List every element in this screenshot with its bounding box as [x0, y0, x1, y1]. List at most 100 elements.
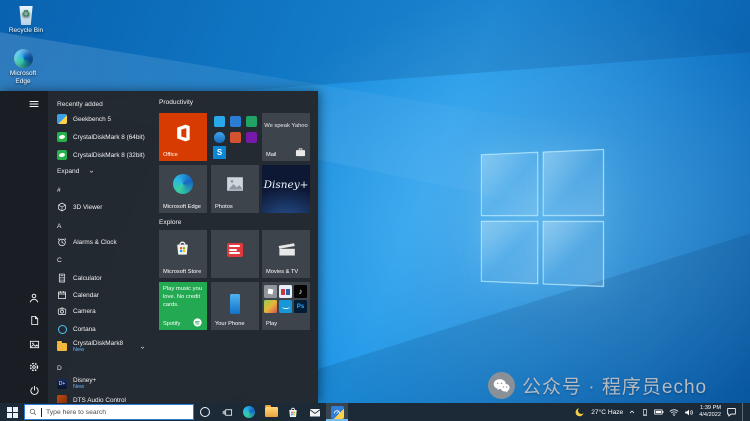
windows-start-icon [7, 407, 18, 418]
geekbench-taskbar-button[interactable] [326, 403, 348, 421]
battery-tray-button[interactable] [654, 408, 664, 416]
calculator-icon [57, 273, 67, 283]
tile-disney-plus[interactable]: Disney+ [262, 165, 310, 213]
windows-logo-pane [481, 220, 538, 284]
onenote-icon[interactable] [246, 132, 257, 143]
show-desktop-button[interactable] [742, 403, 746, 421]
tile-group-title: Productivity [159, 99, 193, 106]
app-list-item-alarms-clock[interactable]: Alarms & Clock [48, 234, 154, 250]
speaker-icon [684, 408, 694, 417]
menu-hamburger-button[interactable] [27, 97, 41, 111]
outlook-icon[interactable] [214, 116, 225, 127]
volume-tray-button[interactable] [684, 408, 694, 417]
tile-spotify[interactable]: Play music you love. No credit cards. Sp… [159, 282, 207, 330]
app-list-item-crystaldiskmark-64[interactable]: CrystalDiskMark 8 (64bit) [48, 129, 154, 145]
chevron-up-icon [628, 408, 636, 416]
desktop-icon-label: Microsoft Edge [3, 70, 43, 86]
action-center-icon [726, 407, 737, 417]
camera-icon [57, 306, 67, 316]
app-list-section-c[interactable]: C [48, 252, 154, 268]
app-list-item-disney-plus[interactable]: D+ Disney+ New [48, 374, 154, 394]
mail-button[interactable] [304, 403, 326, 421]
network-tray-button[interactable] [669, 408, 679, 417]
prime-video-icon[interactable] [279, 300, 292, 313]
taskbar-edge-button[interactable] [238, 403, 260, 421]
phone-icon [230, 294, 240, 314]
app-list-item-crystaldiskmark-32[interactable]: CrystalDiskMark 8 (32bit) [48, 147, 154, 163]
app-list-section-hash[interactable]: # [48, 182, 154, 198]
geekbench-icon [57, 114, 67, 124]
chevron-down-icon [139, 344, 146, 351]
crystaldiskmark-icon [57, 132, 67, 142]
solitaire-icon[interactable] [279, 285, 292, 298]
disney-plus-logo: Disney+ [262, 179, 310, 191]
phone-tray-button[interactable] [641, 408, 649, 417]
onedrive-icon[interactable] [214, 132, 225, 143]
app-list-folder-crystaldiskmark8[interactable]: CrystalDiskMark8 New [48, 337, 154, 357]
power-button[interactable] [27, 383, 41, 397]
tile-skype[interactable]: S [213, 146, 226, 159]
microsoft-store-button[interactable] [282, 403, 304, 421]
tiktok-icon[interactable]: ♪ [294, 285, 307, 298]
app-list-item-calendar[interactable]: Calendar [48, 287, 154, 303]
wechat-icon [488, 372, 515, 399]
tile-microsoft-edge[interactable]: Microsoft Edge [159, 165, 207, 213]
windows-desktop: ♻ Recycle Bin Microsoft Edge 公众号 · 程序员ec… [0, 0, 750, 421]
app-list-item-geekbench-5[interactable]: Geekbench 5 [48, 111, 154, 127]
desktop-icon-microsoft-edge[interactable]: Microsoft Edge [3, 49, 43, 86]
tile-news[interactable] [211, 230, 259, 278]
edge-icon [14, 49, 33, 68]
battery-icon [654, 408, 664, 416]
settings-button[interactable] [27, 360, 41, 374]
wifi-icon [669, 408, 679, 417]
show-hidden-icons-button[interactable] [628, 408, 636, 416]
windows-logo-pane [542, 220, 604, 287]
clock-time: 1:39 PM [699, 405, 721, 412]
phone-tray-icon [641, 408, 649, 417]
app-list-item-calculator[interactable]: Calculator [48, 270, 154, 286]
tile-office[interactable]: Office [159, 113, 207, 161]
app-list-item-camera[interactable]: Camera [48, 303, 154, 319]
taskbar-clock[interactable]: 1:39 PM 4/4/2022 [699, 405, 721, 418]
windows-logo-pane [542, 149, 604, 216]
file-explorer-button[interactable] [260, 403, 282, 421]
tile-your-phone[interactable]: Your Phone [211, 282, 259, 330]
clapperboard-icon [277, 240, 296, 256]
documents-button[interactable] [27, 313, 41, 327]
clock-date: 4/4/2022 [699, 412, 721, 419]
windows-logo-pane [481, 152, 538, 216]
app-list-item-3d-viewer[interactable]: 3D Viewer [48, 199, 154, 215]
pictures-button[interactable] [27, 337, 41, 351]
task-view-button[interactable] [216, 403, 238, 421]
app-list-section-a[interactable]: A [48, 218, 154, 234]
excel-icon[interactable] [246, 116, 257, 127]
tile-microsoft-store[interactable]: Microsoft Store [159, 230, 207, 278]
file-explorer-icon [265, 407, 278, 417]
recycle-bin-icon: ♻ [19, 6, 34, 25]
app-list-item-cortana[interactable]: Cortana [48, 321, 154, 337]
task-view-icon [222, 407, 233, 418]
roblox-icon[interactable] [264, 285, 277, 298]
watermark: 公众号 · 程序员echo [488, 372, 707, 399]
taskbar-search-input[interactable]: Type here to search [24, 404, 194, 420]
word-icon[interactable] [230, 116, 241, 127]
app-list-expand-button[interactable]: Expand [48, 163, 154, 179]
start-button[interactable] [0, 403, 24, 421]
tile-mail[interactable]: We speak Yahoo Mail [262, 113, 310, 161]
spotify-logo-icon [193, 318, 202, 327]
candy-crush-icon[interactable] [264, 300, 277, 313]
start-menu-tiles: Productivity Office S We speak Yah [152, 91, 318, 403]
app-list-header: Recently added [48, 96, 154, 112]
cortana-button[interactable] [194, 403, 216, 421]
user-account-button[interactable] [27, 291, 41, 305]
search-icon [29, 408, 37, 416]
desktop-icon-recycle-bin[interactable]: ♻ Recycle Bin [3, 6, 49, 35]
powerpoint-icon[interactable] [230, 132, 241, 143]
tile-movies-tv[interactable]: Movies & TV [262, 230, 310, 278]
tile-play-group[interactable]: ♪ Ps Play [262, 282, 310, 330]
action-center-button[interactable] [726, 407, 737, 417]
start-menu-app-list: Recently added Geekbench 5 CrystalDiskMa… [48, 91, 154, 403]
photoshop-express-icon[interactable]: Ps [294, 300, 307, 313]
tile-photos[interactable]: Photos [211, 165, 259, 213]
weather-text[interactable]: 27°C Haze [591, 409, 623, 416]
